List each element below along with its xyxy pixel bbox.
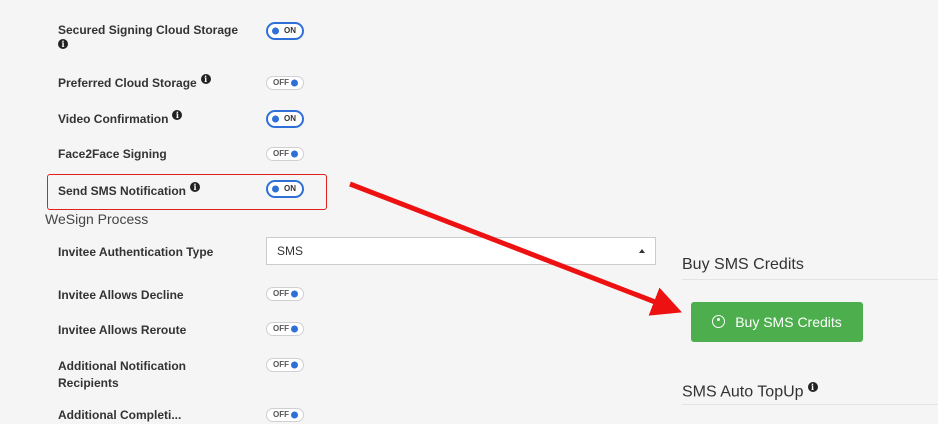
annotation-arrow [349,181,682,316]
arrow-line [349,181,682,316]
